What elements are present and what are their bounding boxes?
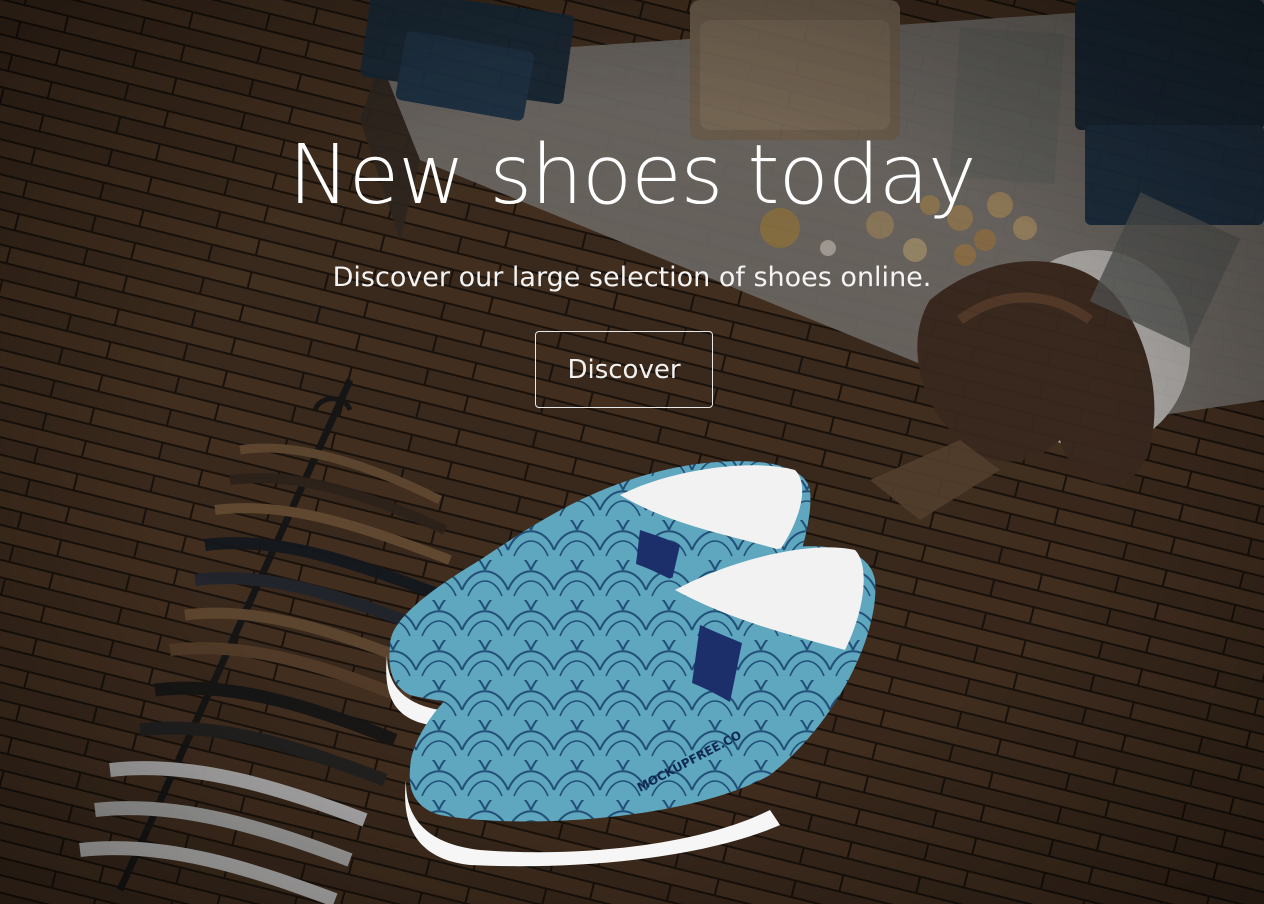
discover-button[interactable]: Discover [535,331,713,408]
hero-section: New shoes today Discover our large selec… [0,0,1264,904]
hero-subtitle: Discover our large selection of shoes on… [332,262,932,293]
shoes-product-image: MOCKUPFREE.CO [386,461,876,867]
hero-title: New shoes today [288,128,976,223]
